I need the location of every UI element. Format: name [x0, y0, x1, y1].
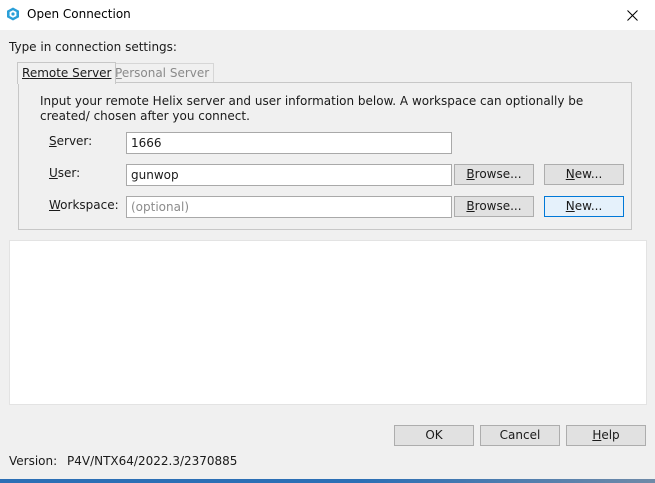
workspace-browse-button[interactable]: Browse... — [454, 196, 534, 217]
tab-personal-server[interactable]: Personal Server — [110, 63, 215, 83]
tab-remote-server[interactable]: Remote Server — [17, 62, 117, 84]
message-log-area — [9, 240, 647, 405]
connection-settings-prompt: Type in connection settings: — [9, 40, 177, 54]
taskbar-edge — [0, 479, 655, 483]
user-label: User: — [49, 166, 81, 180]
version-value: P4V/NTX64/2022.3/2370885 — [67, 454, 238, 468]
workspace-input[interactable]: (optional) — [126, 196, 452, 218]
remote-server-panel: Input your remote Helix server and user … — [18, 82, 632, 230]
close-icon — [626, 9, 638, 21]
p4v-app-icon — [7, 7, 19, 21]
server-label: Server: — [49, 134, 93, 148]
version-label: Version: — [9, 454, 58, 468]
user-browse-button[interactable]: Browse... — [454, 164, 534, 185]
window-title: Open Connection — [27, 7, 131, 21]
cancel-button[interactable]: Cancel — [480, 425, 560, 446]
user-input[interactable]: gunwop — [126, 164, 452, 186]
close-button[interactable] — [609, 0, 655, 30]
user-new-button[interactable]: New... — [544, 164, 624, 185]
help-button[interactable]: Help — [566, 425, 646, 446]
workspace-label: Workspace: — [49, 198, 119, 212]
remote-server-info-text: Input your remote Helix server and user … — [40, 94, 584, 123]
server-input[interactable]: 1666 — [126, 132, 452, 154]
workspace-new-button[interactable]: New... — [544, 196, 624, 217]
ok-button[interactable]: OK — [394, 425, 474, 446]
title-bar: Open Connection — [0, 0, 655, 30]
